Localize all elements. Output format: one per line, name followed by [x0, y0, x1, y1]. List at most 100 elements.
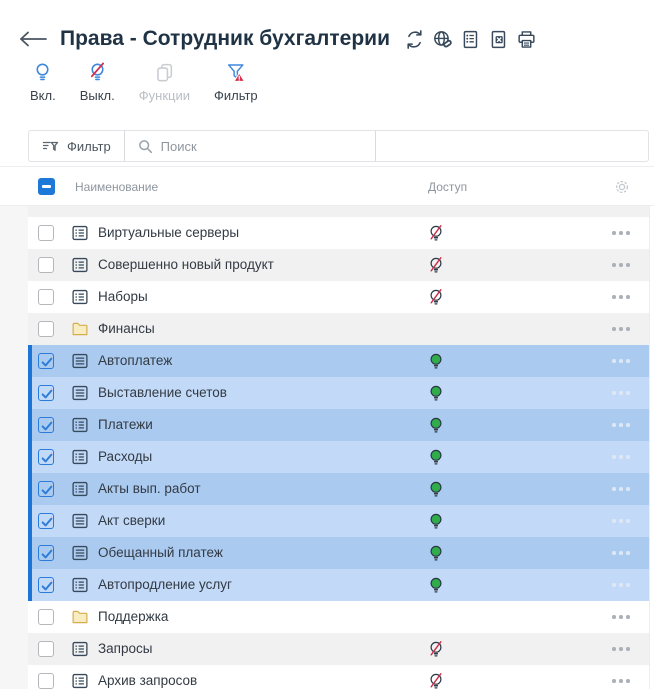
card-lines-icon [71, 352, 89, 370]
table-row[interactable]: Запросы [28, 633, 649, 665]
row-actions-icon[interactable] [612, 519, 630, 523]
row-actions-icon[interactable] [612, 359, 630, 363]
row-actions-icon[interactable] [612, 455, 630, 459]
row-label: Запросы [98, 633, 152, 665]
list-document-icon [71, 224, 89, 242]
bulb-on-icon [32, 62, 53, 83]
row-actions-icon[interactable] [612, 295, 630, 299]
table-row[interactable]: Наборы [28, 281, 649, 313]
toolbar: Вкл. Выкл. Функции Фильтр [30, 62, 258, 103]
list-document-icon [71, 576, 89, 594]
checkmark-icon [40, 579, 54, 593]
filter-button[interactable]: Фильтр [214, 62, 258, 103]
table-row[interactable]: Совершенно новый продукт [28, 249, 649, 281]
header-action-icons [404, 29, 537, 50]
table-row[interactable]: Финансы [28, 313, 649, 345]
report-icon[interactable] [460, 29, 481, 50]
functions-button[interactable]: Функции [139, 62, 190, 103]
checkmark-icon [40, 419, 54, 433]
back-arrow-icon[interactable] [18, 30, 48, 48]
table-row[interactable]: Поддержка [28, 601, 649, 633]
permissions-window: Права - Сотрудник бухгалтерии [0, 0, 654, 689]
list-document-icon [71, 416, 89, 434]
disable-label: Выкл. [80, 88, 115, 103]
row-label: Обещанный платеж [98, 537, 223, 569]
gear-icon[interactable] [614, 179, 630, 195]
row-actions-icon[interactable] [612, 231, 630, 235]
filter-menu-button[interactable]: Фильтр [29, 131, 124, 161]
refresh-icon[interactable] [404, 29, 425, 50]
table-row[interactable]: Акты вып. работ [28, 473, 649, 505]
search-input[interactable]: Поиск [125, 131, 375, 161]
folder-icon [71, 608, 89, 626]
list-document-icon [71, 448, 89, 466]
funnel-lines-icon [42, 139, 59, 154]
access-on-icon [429, 353, 443, 370]
table-row[interactable]: Автопродление услуг [28, 569, 649, 601]
filterbar-filter-label: Фильтр [67, 139, 111, 154]
row-actions-icon[interactable] [612, 551, 630, 555]
table-row[interactable]: Виртуальные серверы [28, 217, 649, 249]
print-icon[interactable] [516, 29, 537, 50]
access-off-icon [429, 289, 443, 306]
access-on-icon [429, 545, 443, 562]
access-off-icon [429, 641, 443, 658]
row-checkbox[interactable] [38, 417, 54, 433]
row-checkbox[interactable] [38, 545, 54, 561]
list-document-icon [71, 256, 89, 274]
table-row[interactable]: Расходы [28, 441, 649, 473]
row-label: Выставление счетов [98, 377, 227, 409]
checkmark-icon [40, 515, 54, 529]
column-header-access: Доступ [428, 167, 467, 207]
select-all-checkbox[interactable] [38, 178, 55, 195]
access-on-icon [429, 481, 443, 498]
row-actions-icon[interactable] [612, 647, 630, 651]
enable-label: Вкл. [30, 88, 56, 103]
list-document-icon [71, 480, 89, 498]
folder-icon [71, 320, 89, 338]
row-checkbox[interactable] [38, 321, 54, 337]
table-row[interactable]: Автоплатеж [28, 345, 649, 377]
checkmark-icon [40, 451, 54, 465]
row-checkbox[interactable] [38, 673, 54, 689]
row-checkbox[interactable] [38, 609, 54, 625]
row-checkbox[interactable] [38, 353, 54, 369]
row-actions-icon[interactable] [612, 487, 630, 491]
row-label: Финансы [98, 313, 155, 345]
row-checkbox[interactable] [38, 449, 54, 465]
row-actions-icon[interactable] [612, 391, 630, 395]
row-checkbox[interactable] [38, 577, 54, 593]
row-checkbox[interactable] [38, 225, 54, 241]
web-link-icon[interactable] [432, 29, 453, 50]
row-actions-icon[interactable] [612, 263, 630, 267]
disable-button[interactable]: Выкл. [80, 62, 115, 103]
row-actions-icon[interactable] [612, 615, 630, 619]
row-actions-icon[interactable] [612, 679, 630, 683]
functions-pages-icon [154, 62, 175, 83]
excel-export-icon[interactable] [488, 29, 509, 50]
row-checkbox[interactable] [38, 481, 54, 497]
checkmark-icon [40, 483, 54, 497]
row-actions-icon[interactable] [612, 583, 630, 587]
access-on-icon [429, 577, 443, 594]
table-row[interactable]: Обещанный платеж [28, 537, 649, 569]
row-checkbox[interactable] [38, 289, 54, 305]
row-checkbox[interactable] [38, 513, 54, 529]
enable-button[interactable]: Вкл. [30, 62, 56, 103]
search-icon [138, 139, 153, 154]
row-actions-icon[interactable] [612, 327, 630, 331]
row-label: Автоплатеж [98, 345, 172, 377]
row-checkbox[interactable] [38, 641, 54, 657]
table-row[interactable]: Платежи [28, 409, 649, 441]
list-document-icon [71, 288, 89, 306]
checkmark-icon [40, 387, 54, 401]
table-row[interactable]: Акт сверки [28, 505, 649, 537]
filter-label: Фильтр [214, 88, 258, 103]
access-on-icon [429, 513, 443, 530]
filter-search-bar: Фильтр Поиск [28, 130, 649, 162]
table-row[interactable]: Выставление счетов [28, 377, 649, 409]
table-row[interactable]: Архив запросов [28, 665, 649, 689]
row-checkbox[interactable] [38, 385, 54, 401]
row-checkbox[interactable] [38, 257, 54, 273]
row-actions-icon[interactable] [612, 423, 630, 427]
